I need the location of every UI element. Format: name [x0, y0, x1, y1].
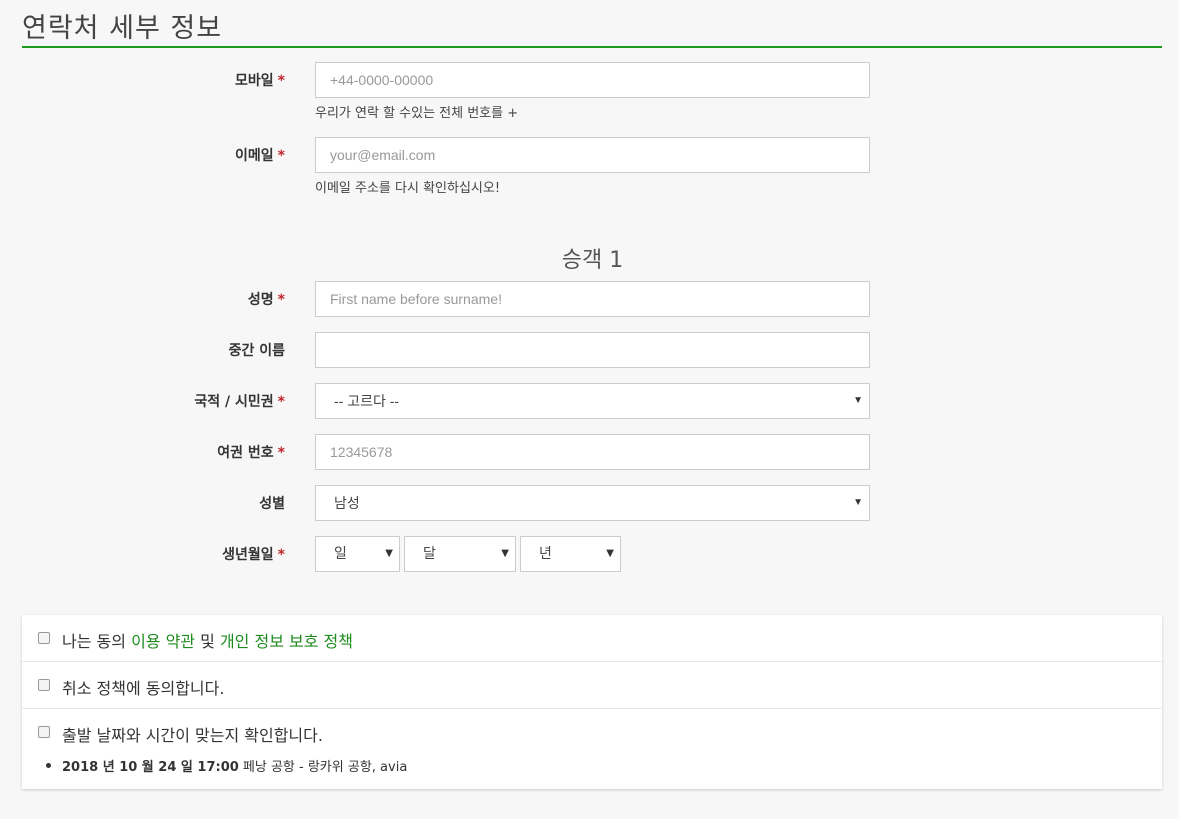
dropdown-arrow-icon: ▼	[853, 395, 863, 406]
dob-label: 생년월일 *	[222, 547, 285, 563]
mobile-help-text: 우리가 연락 할 수있는 전체 번호를 +	[315, 106, 519, 121]
email-label: 이메일 *	[235, 148, 285, 164]
dob-year-value: 년	[539, 546, 552, 562]
nationality-select[interactable]: -- 고르다 -- ▼	[315, 383, 870, 419]
dropdown-arrow-icon: ▼	[501, 548, 509, 559]
required-mark: *	[277, 445, 285, 461]
flight-summary: 2018 년 10 월 24 일 17:00 페낭 공항 - 랑카위 공항, a…	[62, 756, 407, 775]
dropdown-arrow-icon: ▼	[385, 548, 393, 559]
agreements-card: 나는 동의 이용 약관 및 개인 정보 보호 정책 취소 정책에 동의합니다. …	[22, 615, 1162, 789]
terms-agreement-text: 나는 동의 이용 약관 및 개인 정보 보호 정책	[62, 632, 353, 651]
terms-checkbox[interactable]	[38, 632, 50, 644]
dropdown-arrow-icon: ▼	[606, 548, 614, 559]
middle-name-label: 중간 이름	[228, 343, 285, 359]
required-mark: *	[277, 73, 285, 89]
email-help-text: 이메일 주소를 다시 확인하십시오!	[315, 181, 501, 196]
cancel-policy-checkbox[interactable]	[38, 679, 50, 691]
middle-name-input[interactable]	[315, 332, 870, 368]
confirm-time-checkbox[interactable]	[38, 726, 50, 738]
required-mark: *	[277, 547, 285, 563]
mobile-input[interactable]: +44-0000-00000	[315, 62, 870, 98]
flight-route: 페낭 공항 - 랑카위 공항, avia	[242, 760, 408, 775]
passport-input[interactable]: 12345678	[315, 434, 870, 470]
email-input[interactable]: your@email.com	[315, 137, 870, 173]
gender-label: 성별	[259, 496, 285, 512]
gender-select-value: 남성	[334, 495, 360, 511]
name-label: 성명 *	[247, 292, 285, 308]
confirm-time-text: 출발 날짜와 시간이 맞는지 확인합니다.	[62, 726, 323, 745]
dropdown-arrow-icon: ▼	[853, 497, 863, 508]
dob-day-value: 일	[334, 546, 347, 562]
nationality-label: 국적 / 시민권 *	[194, 394, 285, 410]
required-mark: *	[277, 292, 285, 308]
passenger-heading: 승객 1	[561, 248, 624, 273]
required-mark: *	[277, 148, 285, 164]
passport-label: 여권 번호 *	[217, 445, 285, 461]
flight-datetime: 2018 년 10 월 24 일 17:00	[62, 760, 239, 775]
section-title: 연락처 세부 정보	[22, 13, 223, 44]
dob-month-select[interactable]: 달 ▼	[404, 536, 516, 572]
bullet-icon	[46, 763, 51, 768]
gender-select[interactable]: 남성 ▼	[315, 485, 870, 521]
cancel-policy-row: 취소 정책에 동의합니다.	[22, 662, 1162, 709]
terms-agreement-row: 나는 동의 이용 약관 및 개인 정보 보호 정책	[22, 615, 1162, 662]
mobile-label: 모바일 *	[235, 73, 285, 89]
dob-month-value: 달	[423, 546, 436, 562]
confirm-time-row: 출발 날짜와 시간이 맞는지 확인합니다.	[22, 709, 1162, 789]
required-mark: *	[277, 394, 285, 410]
name-input[interactable]: First name before surname!	[315, 281, 870, 317]
dob-day-select[interactable]: 일 ▼	[315, 536, 400, 572]
privacy-policy-link[interactable]: 개인 정보 보호 정책	[220, 632, 353, 651]
dob-year-select[interactable]: 년 ▼	[520, 536, 621, 572]
cancel-policy-text: 취소 정책에 동의합니다.	[62, 679, 225, 698]
terms-link[interactable]: 이용 약관	[131, 632, 195, 651]
nationality-select-value: -- 고르다 --	[334, 393, 400, 409]
title-divider	[22, 46, 1162, 48]
